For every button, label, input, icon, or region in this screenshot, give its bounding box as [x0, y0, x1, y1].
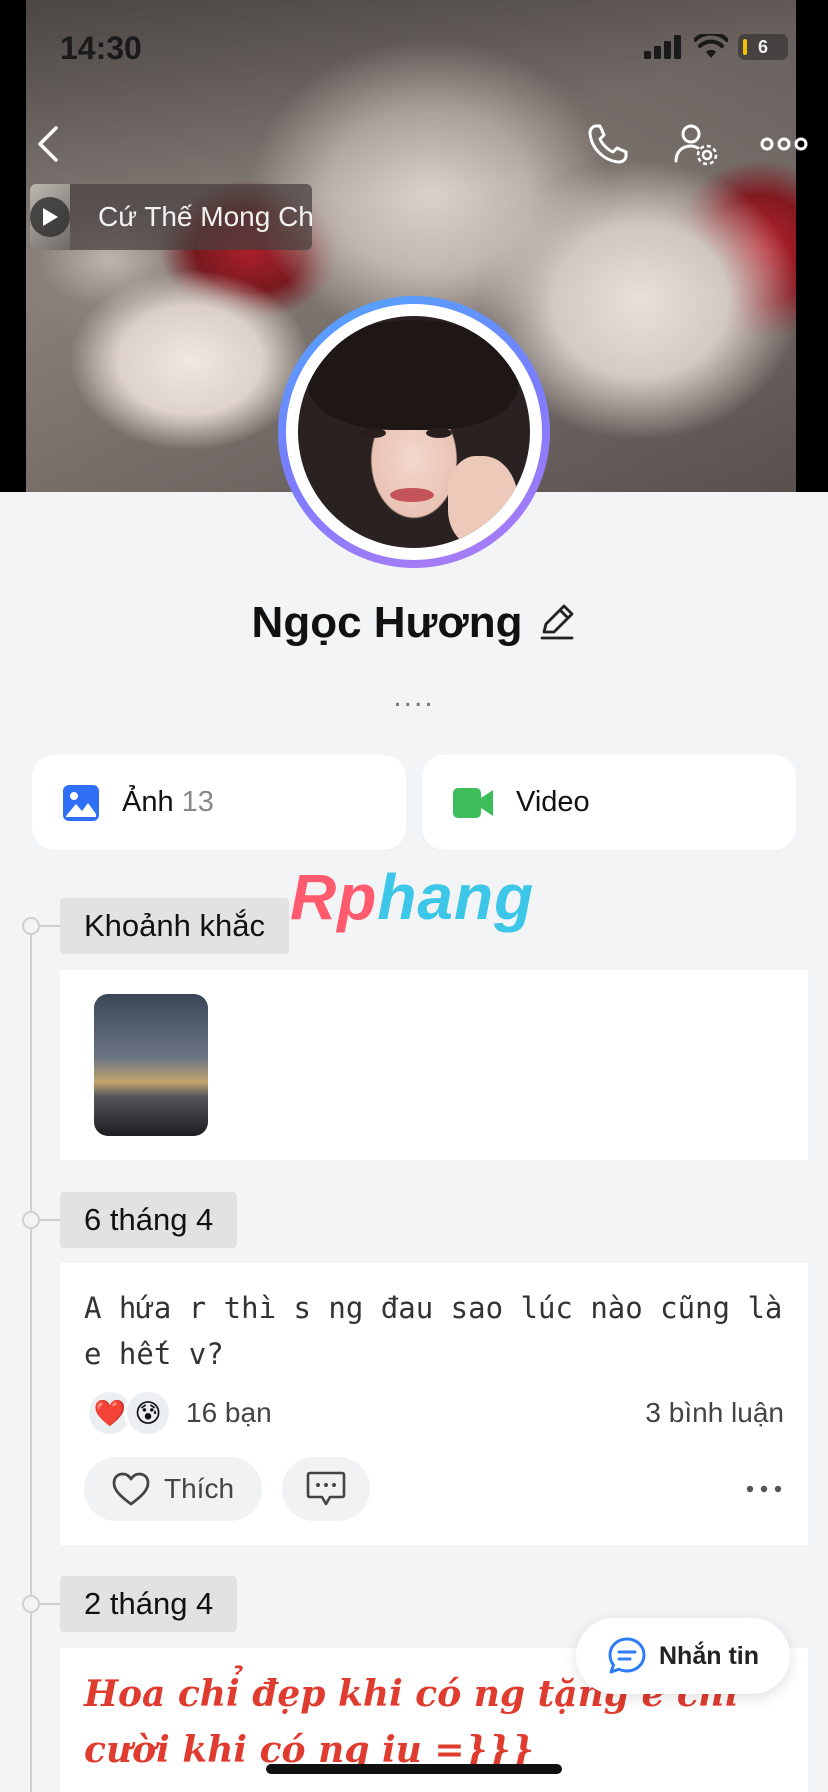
photos-label-group: Ảnh 13: [122, 786, 214, 819]
photos-label: Ảnh: [122, 786, 174, 818]
send-message-button[interactable]: Nhắn tin: [576, 1618, 790, 1694]
status-icons: 6: [644, 34, 788, 60]
more-horizontal-icon: [746, 1485, 782, 1493]
profile-music-player[interactable]: Cứ Thế Mong Chờ: [30, 184, 312, 250]
timeline-connector: [40, 1219, 60, 1221]
like-button[interactable]: Thích: [84, 1457, 262, 1521]
wifi-icon: [694, 34, 728, 58]
avatar-hair: [308, 320, 518, 430]
timeline-connector: [40, 925, 60, 927]
post-more-button[interactable]: [744, 1471, 784, 1507]
back-button[interactable]: [20, 116, 76, 172]
avatar-lips: [390, 488, 434, 502]
cover-edge-left: [0, 0, 26, 492]
battery-level: 6: [757, 36, 768, 57]
post-date: 6 tháng 4: [60, 1192, 238, 1248]
call-button[interactable]: [580, 116, 636, 172]
photos-count: 13: [181, 786, 214, 818]
profile-bio[interactable]: ....: [0, 680, 828, 714]
timeline-dot: [22, 1595, 40, 1613]
phone-icon: [588, 124, 628, 164]
watermark-part2: hang: [377, 861, 535, 933]
video-camera-icon: [453, 787, 493, 818]
like-label: Thích: [163, 1473, 235, 1504]
reaction-summary[interactable]: ❤️ 😰 16 bạn: [86, 1389, 272, 1437]
profile-name: Ngọc Hương: [251, 598, 523, 647]
photo-icon: [63, 784, 99, 821]
timeline-connector: [40, 1603, 60, 1605]
play-button[interactable]: [30, 197, 70, 237]
cover-edge-right: [796, 0, 828, 492]
photos-button[interactable]: Ảnh 13: [32, 755, 406, 850]
moments-card: [60, 970, 808, 1160]
avatar-hand: [448, 456, 518, 546]
send-message-label: Nhắn tin: [659, 1641, 759, 1670]
comment-count[interactable]: 3 bình luận: [645, 1397, 784, 1429]
user-settings-icon: [674, 124, 718, 166]
chat-bubble-icon: [608, 1637, 646, 1674]
post-card[interactable]: A hứa r thì s ng đau sao lúc nào cũng là…: [60, 1263, 808, 1545]
heart-icon: [112, 1472, 150, 1506]
more-horizontal-icon: [760, 137, 808, 151]
crying-reaction-icon: 😰: [124, 1389, 172, 1437]
watermark-logo: Rphang: [290, 860, 534, 934]
avatar[interactable]: [278, 296, 550, 568]
status-time: 14:30: [60, 30, 142, 66]
post-date: 2 tháng 4: [60, 1576, 238, 1632]
pencil-icon: [541, 604, 574, 639]
videos-label: Video: [516, 786, 590, 818]
avatar-eye-right: [426, 428, 452, 438]
chevron-left-icon: [38, 126, 58, 162]
home-indicator[interactable]: [266, 1764, 562, 1774]
music-thumbnail: [30, 184, 70, 250]
post-text: A hứa r thì s ng đau sao lúc nào cũng là…: [84, 1291, 783, 1371]
avatar-photo: [298, 316, 530, 548]
timeline-dot: [22, 917, 40, 935]
watermark-part1: Rp: [290, 861, 378, 933]
videos-button[interactable]: Video: [422, 755, 796, 850]
comment-button[interactable]: [282, 1457, 370, 1521]
more-options-button[interactable]: [756, 116, 812, 172]
avatar-border: [286, 304, 542, 560]
battery-indicator: 6: [738, 34, 788, 60]
avatar-eye-left: [360, 428, 386, 438]
timeline-line: [30, 925, 32, 1792]
reaction-count: 16 bạn: [186, 1397, 272, 1428]
signal-icon: [644, 35, 681, 59]
profile-name-row: Ngọc Hương: [0, 598, 828, 648]
edit-name-button[interactable]: [538, 602, 576, 645]
music-title: Cứ Thế Mong Chờ: [98, 201, 312, 232]
play-icon: [43, 208, 58, 226]
timeline-dot: [22, 1211, 40, 1229]
moments-label: Khoảnh khắc: [60, 898, 289, 954]
profile-settings-button[interactable]: [668, 116, 724, 172]
moment-thumbnail[interactable]: [94, 994, 208, 1136]
comment-icon: [306, 1471, 346, 1506]
